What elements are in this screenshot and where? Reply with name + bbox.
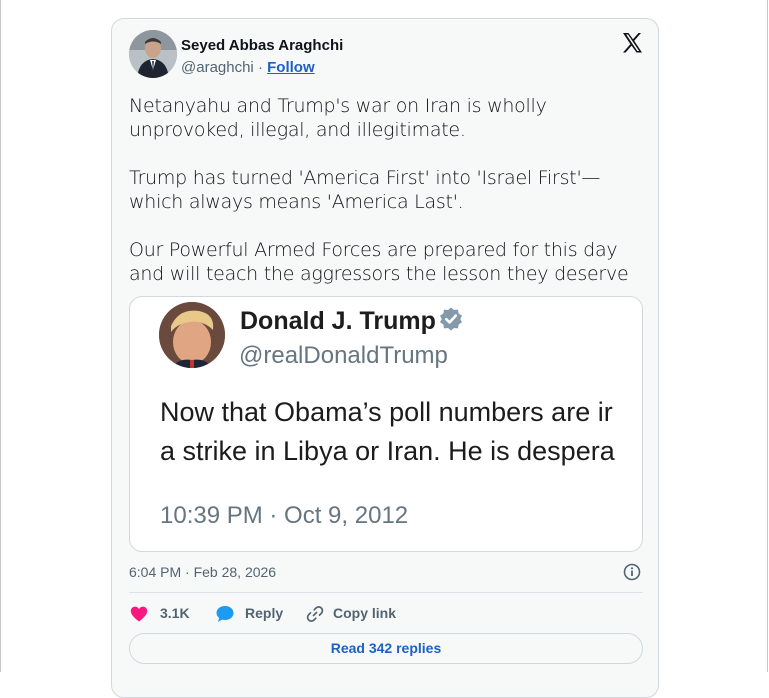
embedded-author-name: Donald J. Trump: [240, 307, 436, 335]
x-logo-icon[interactable]: [620, 31, 644, 55]
like-button[interactable]: 3.1K: [129, 603, 193, 625]
tweet-paragraph: Trump has turned 'America First' into 'I…: [129, 167, 601, 213]
read-replies-button[interactable]: Read 342 replies: [129, 633, 643, 664]
link-icon: [306, 606, 324, 622]
handle-separator: ·: [257, 59, 263, 76]
reply-button[interactable]: Reply: [215, 603, 285, 625]
tweet-paragraph: Netanyahu and Trump's war on Iran is who…: [129, 95, 547, 141]
embedded-text-line: Now that Obama’s poll numbers are ir: [160, 397, 613, 427]
author-name[interactable]: Seyed Abbas Araghchi: [181, 37, 343, 54]
window-border-right: [767, 0, 768, 672]
author-avatar[interactable]: [129, 30, 177, 78]
embedded-post-image[interactable]: Donald J. Trump @realDonaldTrump Now tha…: [129, 296, 643, 552]
embedded-text-line: a strike in Libya or Iran. He is despera: [160, 436, 615, 466]
copy-link-button[interactable]: Copy link: [305, 603, 405, 625]
copy-link-label: Copy link: [333, 605, 397, 621]
tweet-text: Netanyahu and Trump's war on Iran is who…: [129, 94, 649, 310]
embedded-tweet-card: Seyed Abbas Araghchi @araghchi · Follow …: [111, 18, 659, 698]
tweet-timestamp[interactable]: 6:04 PM · Feb 28, 2026: [129, 564, 276, 580]
embedded-post-text: Now that Obama’s poll numbers are ir a s…: [160, 393, 642, 471]
verified-badge-icon: [438, 306, 464, 332]
heart-icon: [130, 606, 148, 622]
tweet-paragraph: Our Powerful Armed Forces are prepared f…: [129, 239, 629, 285]
reply-bubble-icon: [216, 606, 234, 622]
like-count: 3.1K: [160, 605, 190, 621]
info-icon[interactable]: [623, 563, 641, 581]
follow-link[interactable]: Follow: [267, 59, 315, 76]
embedded-avatar: [159, 302, 225, 368]
reply-label: Reply: [245, 605, 284, 621]
author-handle-row: @araghchi · Follow: [181, 59, 315, 76]
author-handle[interactable]: @araghchi: [181, 59, 254, 76]
divider: [129, 592, 643, 593]
embedded-author-handle: @realDonaldTrump: [239, 342, 448, 369]
window-border-left: [0, 0, 1, 672]
embedded-post-date: 10:39 PM · Oct 9, 2012: [160, 502, 409, 529]
